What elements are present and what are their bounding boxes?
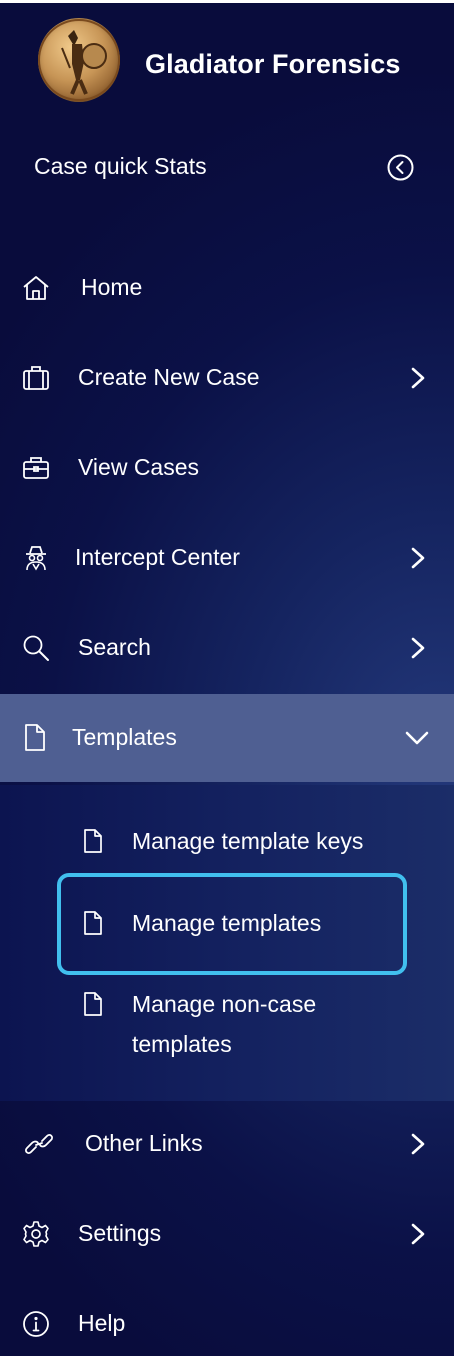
- nav-label-settings: Settings: [78, 1220, 162, 1246]
- nav-label-help: Help: [78, 1310, 126, 1336]
- info-icon: [21, 1309, 51, 1339]
- chevron-right-icon: [408, 1222, 428, 1246]
- nav-label-view-cases: View Cases: [78, 454, 200, 480]
- spy-icon: [21, 543, 51, 573]
- briefcase-icon: [21, 453, 51, 483]
- nav-item-settings[interactable]: Settings: [0, 1190, 454, 1278]
- gladiator-logo-icon: [38, 18, 120, 102]
- submenu-label-manage-templates: Manage templates: [132, 910, 322, 936]
- chevron-right-icon: [408, 546, 428, 570]
- nav-item-view-cases[interactable]: View Cases: [0, 424, 454, 512]
- nav-label-search: Search: [78, 634, 151, 660]
- nav-item-search[interactable]: Search: [0, 604, 454, 692]
- submenu-label-manage-non-case-line1: Manage non-case: [132, 991, 317, 1017]
- sidebar: Gladiator Forensics Case quick Stats Hom…: [0, 3, 454, 1356]
- nav-item-home[interactable]: Home: [0, 244, 454, 332]
- nav-item-templates[interactable]: Templates: [0, 694, 454, 782]
- nav-item-help[interactable]: Help: [0, 1280, 454, 1356]
- chevron-down-icon: [404, 728, 430, 748]
- nav-label-create-new-case: Create New Case: [78, 364, 260, 390]
- document-icon: [82, 910, 104, 936]
- chevron-right-icon: [408, 366, 428, 390]
- collapse-sidebar-icon[interactable]: [387, 154, 414, 181]
- document-icon: [22, 723, 52, 753]
- nav-label-intercept-center: Intercept Center: [75, 544, 240, 570]
- nav-item-other-links[interactable]: Other Links: [0, 1100, 454, 1188]
- nav-item-intercept-center[interactable]: Intercept Center: [0, 514, 454, 602]
- document-icon: [82, 828, 104, 854]
- nav-label-other-links: Other Links: [85, 1130, 203, 1156]
- brand-name: Gladiator Forensics: [145, 49, 401, 79]
- submenu-label-manage-template-keys: Manage template keys: [132, 828, 364, 854]
- nav-label-home: Home: [81, 274, 143, 300]
- nav-item-create-new-case[interactable]: Create New Case: [0, 334, 454, 422]
- document-icon: [82, 991, 104, 1017]
- nav-label-templates: Templates: [72, 724, 177, 750]
- chevron-right-icon: [408, 1132, 428, 1156]
- home-icon: [21, 273, 51, 303]
- gear-icon: [21, 1219, 51, 1249]
- chevron-right-icon: [408, 636, 428, 660]
- submenu-item-manage-non-case-templates[interactable]: Manage non-case templates: [0, 986, 454, 1066]
- case-quick-stats-label: Case quick Stats: [34, 153, 207, 179]
- submenu-item-manage-template-keys[interactable]: Manage template keys: [0, 823, 454, 863]
- cases-icon: [21, 363, 51, 393]
- link-icon: [22, 1129, 56, 1159]
- search-icon: [21, 633, 51, 663]
- submenu-item-manage-templates[interactable]: Manage templates: [0, 905, 454, 945]
- submenu-label-manage-non-case-line2: templates: [132, 1031, 232, 1057]
